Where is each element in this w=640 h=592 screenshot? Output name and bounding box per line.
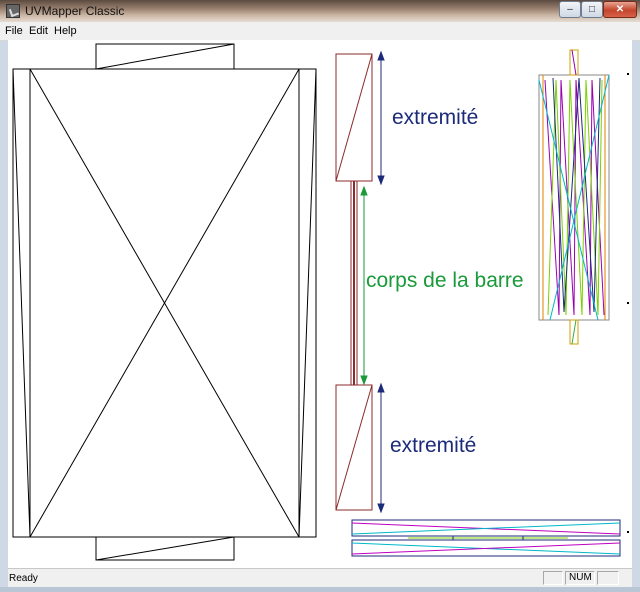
label-top: extremité <box>392 106 478 129</box>
status-bar: Ready NUM <box>8 568 632 588</box>
title-bar[interactable]: UVMapper Classic – □ ✕ <box>0 0 640 22</box>
maximize-button[interactable]: □ <box>581 1 603 18</box>
edge-marker <box>627 73 629 75</box>
window-frame-bottom <box>0 587 640 592</box>
label-bottom: extremité <box>390 434 476 457</box>
menu-file[interactable]: File <box>5 25 23 37</box>
status-text: Ready <box>9 573 38 584</box>
uv-island-right <box>538 49 610 345</box>
uv-map-drawing: extremité corps de la barre extremité <box>12 43 629 561</box>
menu-edit[interactable]: Edit <box>29 25 48 37</box>
arrow-top <box>377 50 385 186</box>
status-num: NUM <box>565 571 595 585</box>
edge-marker <box>627 302 629 304</box>
status-panel-empty <box>543 571 563 585</box>
minimize-button[interactable]: – <box>559 1 581 18</box>
menu-bar: File Edit Help <box>0 22 640 41</box>
app-icon[interactable] <box>6 4 20 18</box>
menu-help[interactable]: Help <box>54 25 77 37</box>
uv-island-bottom <box>351 519 621 557</box>
close-button[interactable]: ✕ <box>603 1 637 18</box>
label-middle: corps de la barre <box>366 269 524 292</box>
arrow-bottom <box>377 382 385 514</box>
edge-marker <box>627 531 629 533</box>
uv-island-main <box>12 43 317 561</box>
uv-canvas[interactable]: extremité corps de la barre extremité <box>8 40 632 568</box>
status-panel-empty <box>597 571 619 585</box>
window-title: UVMapper Classic <box>25 4 125 18</box>
app-window: UVMapper Classic – □ ✕ File Edit Help ex… <box>0 0 640 592</box>
